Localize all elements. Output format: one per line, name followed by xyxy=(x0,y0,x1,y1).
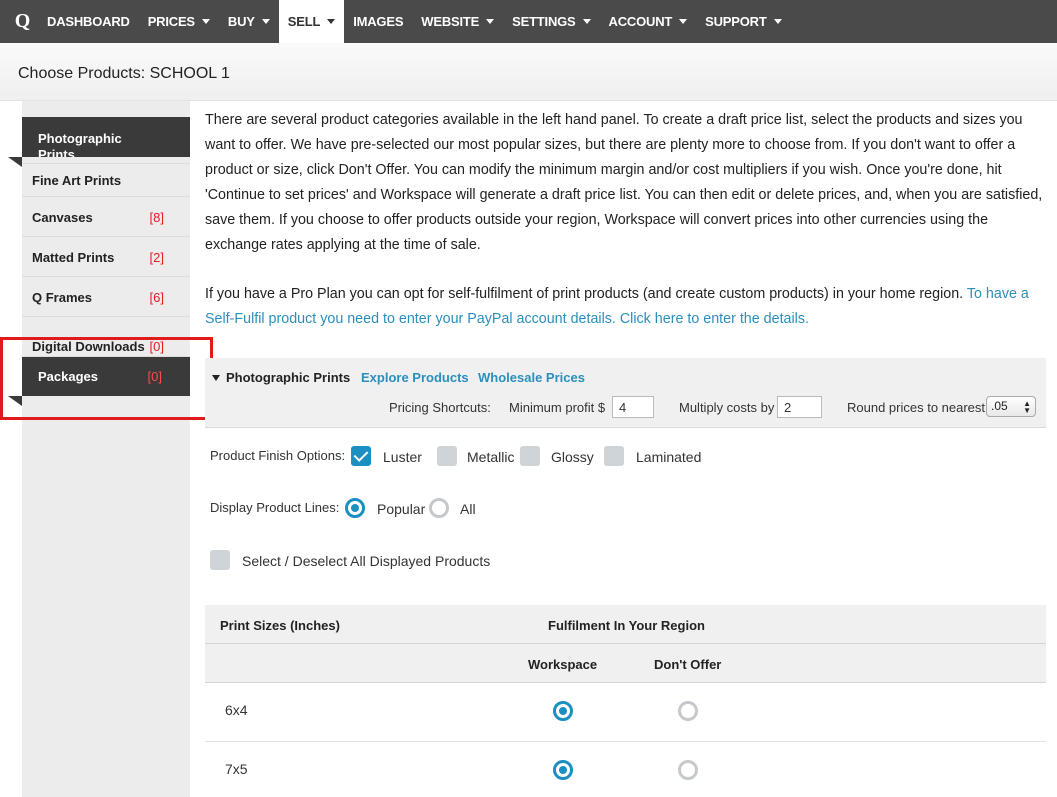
round-prices-select[interactable]: .05 ▲ ▼ xyxy=(986,396,1036,417)
multiply-costs-input[interactable] xyxy=(777,396,822,418)
col-print-sizes: Print Sizes (Inches) xyxy=(220,618,340,633)
finish-luster-label: Luster xyxy=(383,449,422,465)
sidebar-item-canvases[interactable]: Canvases [8] xyxy=(22,198,190,237)
col-fulfilment-region: Fulfilment In Your Region xyxy=(548,618,705,633)
chevron-down-icon xyxy=(679,19,688,24)
lines-popular-radio[interactable] xyxy=(345,498,365,518)
chevron-down-icon xyxy=(773,19,782,24)
lines-all-radio[interactable] xyxy=(429,498,449,518)
chevron-down-icon xyxy=(201,19,210,24)
wholesale-prices-link[interactable]: Wholesale Prices xyxy=(478,370,585,385)
sidebar-item-fine-art-prints[interactable]: Fine Art Prints xyxy=(22,163,190,197)
chevron-down-icon xyxy=(327,19,336,24)
sidebar-item-photographic-prints[interactable]: Photographic Prints xyxy=(22,117,190,157)
tab-fold xyxy=(8,157,22,167)
dont-offer-radio[interactable] xyxy=(678,701,698,721)
left-gutter xyxy=(0,101,22,797)
sidebar-item-q-frames[interactable]: Q Frames [6] xyxy=(22,278,190,317)
table-header-row: Print Sizes (Inches) Fulfilment In Your … xyxy=(205,605,1046,644)
finish-glossy-label: Glossy xyxy=(551,449,594,465)
nav-prices[interactable]: PRICES xyxy=(139,0,219,43)
dont-offer-radio[interactable] xyxy=(678,760,698,780)
finish-laminated-checkbox[interactable] xyxy=(604,446,624,466)
nav-settings[interactable]: SETTINGS xyxy=(503,0,599,43)
right-edge xyxy=(1046,101,1057,797)
finish-luster-checkbox[interactable] xyxy=(351,446,371,466)
table-subheader-row: Workspace Don't Offer xyxy=(205,644,1046,683)
row-size: 7x5 xyxy=(225,761,248,777)
table-row: 7x5 xyxy=(205,742,1046,797)
nav-dashboard[interactable]: DASHBOARD xyxy=(45,0,139,43)
workspace-radio[interactable] xyxy=(553,760,573,780)
sidebar-item-digital-downloads[interactable]: Digital Downloads [0] xyxy=(22,318,190,357)
nav-buy[interactable]: BUY xyxy=(219,0,279,43)
select-all-label: Select / Deselect All Displayed Products xyxy=(242,553,491,569)
finish-options-label: Product Finish Options: xyxy=(210,448,346,463)
sidebar-item-matted-prints[interactable]: Matted Prints [2] xyxy=(22,238,190,277)
multiply-costs-label: Multiply costs by xyxy=(679,400,775,415)
page-header: Choose Products: SCHOOL 1 xyxy=(0,43,1057,101)
row-size: 6x4 xyxy=(225,702,248,718)
finish-metallic-label: Metallic xyxy=(467,449,515,465)
col-workspace: Workspace xyxy=(528,657,598,672)
collapse-triangle-icon[interactable] xyxy=(212,375,220,381)
page-title: Choose Products: SCHOOL 1 xyxy=(18,65,230,82)
chevron-down-icon xyxy=(261,19,270,24)
category-sidebar: Photographic Prints Fine Art Prints Canv… xyxy=(8,101,190,797)
chevron-down-icon xyxy=(486,19,495,24)
nav-sell[interactable]: SELL xyxy=(278,0,345,43)
section-title: Photographic Prints xyxy=(226,370,351,385)
intro-paragraph: There are several product categories ava… xyxy=(205,112,1043,253)
nav-support[interactable]: SUPPORT xyxy=(696,0,790,43)
finish-laminated-label: Laminated xyxy=(636,449,702,465)
pro-plan-paragraph: If you have a Pro Plan you can opt for s… xyxy=(205,286,1029,327)
select-arrows-icon: ▲ ▼ xyxy=(1023,399,1031,415)
col-dont-offer: Don't Offer xyxy=(654,657,722,672)
finish-glossy-checkbox[interactable] xyxy=(520,446,540,466)
top-nav: Q DASHBOARD PRICES BUY SELL IMAGES WEBSI… xyxy=(0,0,1057,43)
min-profit-label: Minimum profit $ xyxy=(509,400,606,415)
product-section-header: Photographic Prints Explore Products Who… xyxy=(205,358,1046,428)
pricing-shortcuts-label: Pricing Shortcuts: xyxy=(389,400,491,415)
nav-images[interactable]: IMAGES xyxy=(344,0,412,43)
round-prices-label: Round prices to nearest xyxy=(847,400,986,415)
tab-fold xyxy=(8,396,22,406)
logo[interactable]: Q xyxy=(0,0,45,43)
min-profit-input[interactable] xyxy=(612,396,654,418)
select-all-checkbox[interactable] xyxy=(210,550,230,570)
workspace-radio[interactable] xyxy=(553,701,573,721)
product-lines-label: Display Product Lines: xyxy=(210,500,340,515)
chevron-down-icon xyxy=(582,19,591,24)
finish-metallic-checkbox[interactable] xyxy=(437,446,457,466)
lines-all-label: All xyxy=(460,501,476,517)
explore-products-link[interactable]: Explore Products xyxy=(361,370,469,385)
lines-popular-label: Popular xyxy=(377,501,426,517)
table-row: 6x4 xyxy=(205,683,1046,742)
sidebar-item-packages[interactable]: Packages [0] xyxy=(22,357,190,396)
nav-account[interactable]: ACCOUNT xyxy=(600,0,697,43)
nav-website[interactable]: WEBSITE xyxy=(412,0,503,43)
